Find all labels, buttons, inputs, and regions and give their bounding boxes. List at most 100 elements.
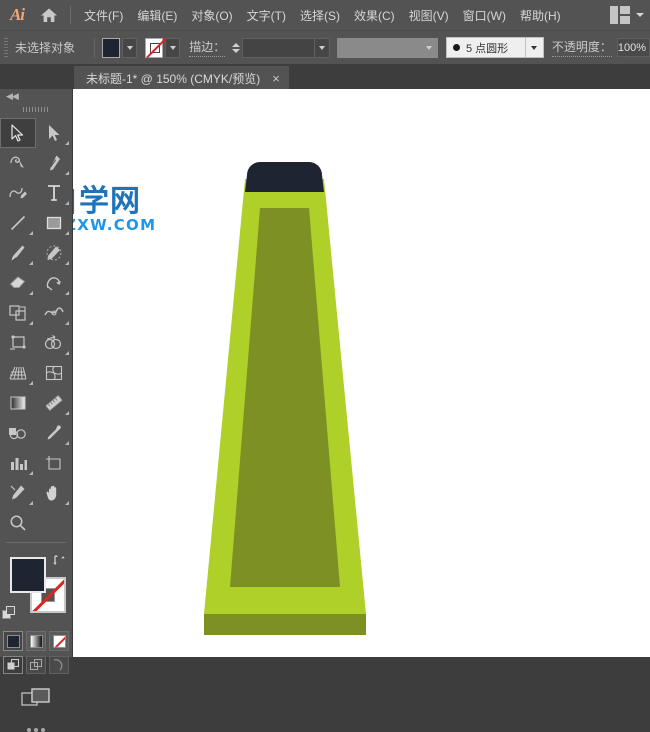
artboard-tool[interactable] <box>36 448 72 478</box>
fill-color-indicator[interactable] <box>10 557 46 593</box>
tool-group-indicator <box>65 141 69 145</box>
stroke-profile-dropdown <box>422 37 438 58</box>
document-tab-bar: 未标题-1* @ 150% (CMYK/预览) × <box>0 64 650 90</box>
tool-group-indicator <box>65 231 69 235</box>
control-options-bar: 未选择对象 描边： 5 点圆形 不透明度： 100% <box>0 30 650 64</box>
rectangle-tool[interactable] <box>36 208 72 238</box>
pen-tool[interactable] <box>36 148 72 178</box>
tools-panel: ◀◀ <box>0 89 73 732</box>
chevron-down-icon <box>426 45 433 50</box>
swap-fill-stroke-icon[interactable] <box>52 553 66 567</box>
color-mode-button[interactable] <box>3 631 23 651</box>
tool-group-indicator <box>65 201 69 205</box>
collapse-panel-icon[interactable]: ◀◀ <box>0 89 72 103</box>
measure-tool[interactable] <box>36 388 72 418</box>
type-tool[interactable] <box>36 178 72 208</box>
highlighter-marker-illustration[interactable] <box>195 162 375 640</box>
menu-edit[interactable]: 编辑(E) <box>130 3 184 28</box>
default-fill-stroke-icon[interactable] <box>2 606 17 621</box>
draw-inside-button[interactable] <box>49 656 69 674</box>
home-icon[interactable] <box>34 0 64 30</box>
column-graph-tool[interactable] <box>0 448 36 478</box>
chevron-down-icon <box>126 45 133 50</box>
selection-status-label: 未选择对象 <box>15 41 76 55</box>
draw-normal-button[interactable] <box>3 656 23 674</box>
eyedropper-tool[interactable] <box>36 418 72 448</box>
change-screen-mode-icon[interactable] <box>0 688 72 710</box>
workspace-switcher[interactable] <box>610 0 644 30</box>
watermark: 软件自学网 WWW.RJZXW.COM <box>73 186 157 234</box>
fill-mode-buttons <box>0 631 72 651</box>
stroke-swatch-dropdown[interactable] <box>165 37 181 58</box>
line-segment-tool[interactable] <box>0 208 36 238</box>
shape-builder-tool[interactable] <box>36 328 72 358</box>
marker-cap <box>245 162 324 192</box>
stroke-weight-dropdown[interactable] <box>314 37 331 58</box>
menu-select[interactable]: 选择(S) <box>293 3 347 28</box>
brush-definition-dropdown[interactable] <box>526 37 544 58</box>
illustrator-logo: Ai <box>9 5 25 24</box>
menu-window[interactable]: 窗口(W) <box>456 3 513 28</box>
opacity-input[interactable]: 100% <box>616 38 650 57</box>
stroke-weight-label: 描边： <box>189 38 226 57</box>
tool-group-indicator <box>65 411 69 415</box>
magic-wand-tool[interactable] <box>0 148 36 178</box>
menu-object[interactable]: 对象(O) <box>184 3 239 28</box>
tool-group-indicator <box>65 351 69 355</box>
fill-color-swatch[interactable] <box>101 37 121 58</box>
tool-group-indicator <box>65 321 69 325</box>
tool-group-indicator <box>29 471 33 475</box>
selection-tool[interactable] <box>0 118 36 148</box>
edit-toolbar-ellipsis-icon[interactable] <box>0 728 72 732</box>
tool-group-indicator <box>29 231 33 235</box>
gradient-mode-button[interactable] <box>26 631 46 651</box>
curvature-tool[interactable] <box>0 178 36 208</box>
brush-definition-field[interactable]: 5 点圆形 <box>445 37 527 58</box>
shaper-pencil-tool[interactable] <box>36 238 72 268</box>
width-tool[interactable] <box>36 298 72 328</box>
document-tab[interactable]: 未标题-1* @ 150% (CMYK/预览) × <box>74 66 289 90</box>
menu-effect[interactable]: 效果(C) <box>347 3 402 28</box>
blend-tool[interactable] <box>0 418 36 448</box>
menu-type[interactable]: 文字(T) <box>240 3 293 28</box>
paintbrush-tool[interactable] <box>0 238 36 268</box>
stroke-weight-stepper[interactable] <box>230 38 242 58</box>
tool-grid <box>0 115 72 547</box>
rotate-tool[interactable] <box>36 268 72 298</box>
tool-group-indicator <box>65 261 69 265</box>
draw-behind-button[interactable] <box>26 656 46 674</box>
menu-divider <box>70 6 71 24</box>
tool-group-indicator <box>29 501 33 505</box>
watermark-url-text: WWW.RJZXW.COM <box>73 216 157 234</box>
eraser-tool[interactable] <box>0 268 36 298</box>
menu-file[interactable]: 文件(F) <box>77 3 130 28</box>
tool-group-indicator <box>65 501 69 505</box>
slice-tool[interactable] <box>0 478 36 508</box>
stroke-weight-input[interactable] <box>242 37 315 58</box>
menu-view[interactable]: 视图(V) <box>402 3 456 28</box>
perspective-grid-tool[interactable] <box>0 358 36 388</box>
fill-stroke-controls <box>0 551 72 629</box>
direct-selection-tool[interactable] <box>36 118 72 148</box>
free-transform-tool[interactable] <box>0 328 36 358</box>
work-area: ◀◀ 学网 ZXW.COM <box>0 89 650 732</box>
drag-grip-icon[interactable] <box>0 31 11 64</box>
round-brush-dot-icon <box>452 44 460 51</box>
scale-tool[interactable] <box>0 298 36 328</box>
stroke-color-swatch[interactable] <box>144 37 164 58</box>
fill-swatch-dropdown[interactable] <box>122 37 138 58</box>
none-mode-button[interactable] <box>49 631 69 651</box>
menu-help[interactable]: 帮助(H) <box>513 3 568 28</box>
zoom-tool[interactable] <box>0 508 36 538</box>
hand-tool[interactable] <box>36 478 72 508</box>
close-icon[interactable]: × <box>272 72 280 85</box>
draw-mode-buttons <box>0 656 72 674</box>
brush-definition-label: 5 点圆形 <box>465 42 509 55</box>
tool-group-indicator <box>29 261 33 265</box>
chevron-down-icon <box>531 45 538 50</box>
gradient-tool[interactable] <box>0 388 36 418</box>
mesh-tool[interactable] <box>36 358 72 388</box>
document-canvas[interactable]: 软件自学网 WWW.RJZXW.COM <box>73 89 650 657</box>
options-divider <box>94 37 95 58</box>
panel-grip-icon[interactable] <box>0 103 72 115</box>
